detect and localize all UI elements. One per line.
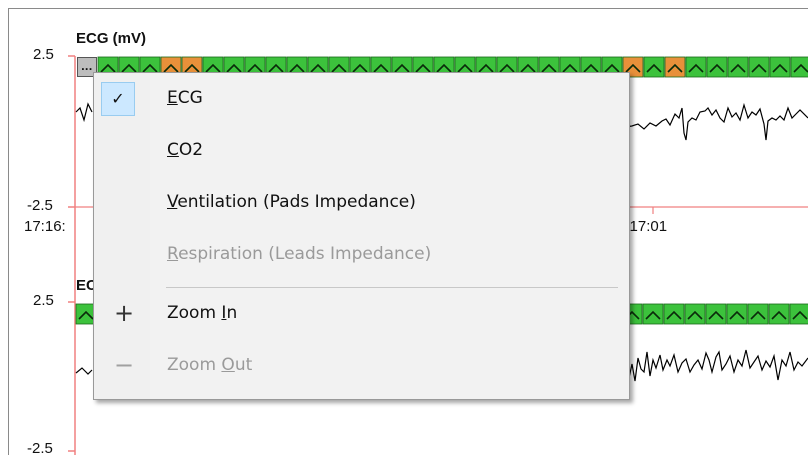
minus-icon: − bbox=[114, 351, 135, 379]
menu-item-ventilation-label: entilation (Pads Impedance) bbox=[177, 192, 416, 212]
menu-item-ventilation-mnemonic: V bbox=[167, 192, 178, 212]
menu-item-co2[interactable]: CO2 bbox=[94, 128, 629, 176]
menu-item-zoom-in-label-pre: Zoom bbox=[167, 303, 222, 323]
more-icon: ... bbox=[81, 62, 93, 73]
menu-item-co2-label: O2 bbox=[178, 140, 204, 160]
menu-item-zoom-out-mnemonic: O bbox=[221, 355, 235, 375]
ecg-trace-2-left bbox=[75, 367, 93, 375]
plus-icon: + bbox=[114, 299, 135, 327]
y-label-bottom-2: -2.5 bbox=[27, 440, 53, 457]
ecg-trace-1-left bbox=[75, 102, 93, 123]
ecg-trace-1 bbox=[624, 102, 808, 141]
menu-item-zoom-in[interactable]: + Zoom In bbox=[94, 291, 629, 339]
y-label-top-1: 2.5 bbox=[33, 46, 54, 63]
beat-marker bbox=[664, 56, 686, 78]
beat-marker bbox=[685, 56, 707, 78]
menu-item-ecg-mnemonic: E bbox=[167, 88, 178, 108]
beat-marker bbox=[747, 303, 769, 325]
menu-item-ecg-label: CG bbox=[177, 88, 203, 108]
menu-item-zoom-out: − Zoom Out bbox=[94, 343, 629, 391]
menu-item-respiration: Respiration (Leads Impedance) bbox=[94, 232, 629, 280]
channel-context-menu: ✓ ECG CO2 Ventilation (Pads Impedance) R… bbox=[93, 72, 630, 400]
y-label-top-2: 2.5 bbox=[33, 292, 54, 309]
beat-marker bbox=[768, 303, 790, 325]
beat-marker bbox=[663, 303, 685, 325]
x-tick-label-1: 17:16: bbox=[24, 218, 66, 235]
menu-item-respiration-mnemonic: R bbox=[167, 244, 179, 264]
menu-item-co2-mnemonic: C bbox=[167, 140, 179, 160]
chart-title-1: ECG (mV) bbox=[76, 30, 147, 47]
beat-marker bbox=[684, 303, 706, 325]
menu-item-zoom-out-label: ut bbox=[234, 355, 253, 375]
menu-item-ventilation[interactable]: Ventilation (Pads Impedance) bbox=[94, 180, 629, 228]
menu-item-zoom-in-label: n bbox=[226, 303, 238, 323]
menu-separator bbox=[166, 287, 618, 288]
y-label-bottom-1: -2.5 bbox=[27, 197, 53, 214]
beat-marker bbox=[727, 56, 749, 78]
beat-marker bbox=[705, 303, 727, 325]
menu-item-respiration-label: espiration (Leads Impedance) bbox=[178, 244, 432, 264]
checkmark-icon: ✓ bbox=[101, 82, 135, 116]
menu-item-ecg[interactable]: ✓ ECG bbox=[94, 76, 629, 124]
beat-marker bbox=[769, 56, 791, 78]
beat-marker bbox=[726, 303, 748, 325]
menu-item-zoom-out-label-pre: Zoom bbox=[167, 355, 222, 375]
beat-marker bbox=[706, 56, 728, 78]
beat-marker bbox=[643, 56, 665, 78]
beat-marker bbox=[748, 56, 770, 78]
ecg-trace-2 bbox=[624, 349, 808, 382]
beat-marker bbox=[642, 303, 664, 325]
